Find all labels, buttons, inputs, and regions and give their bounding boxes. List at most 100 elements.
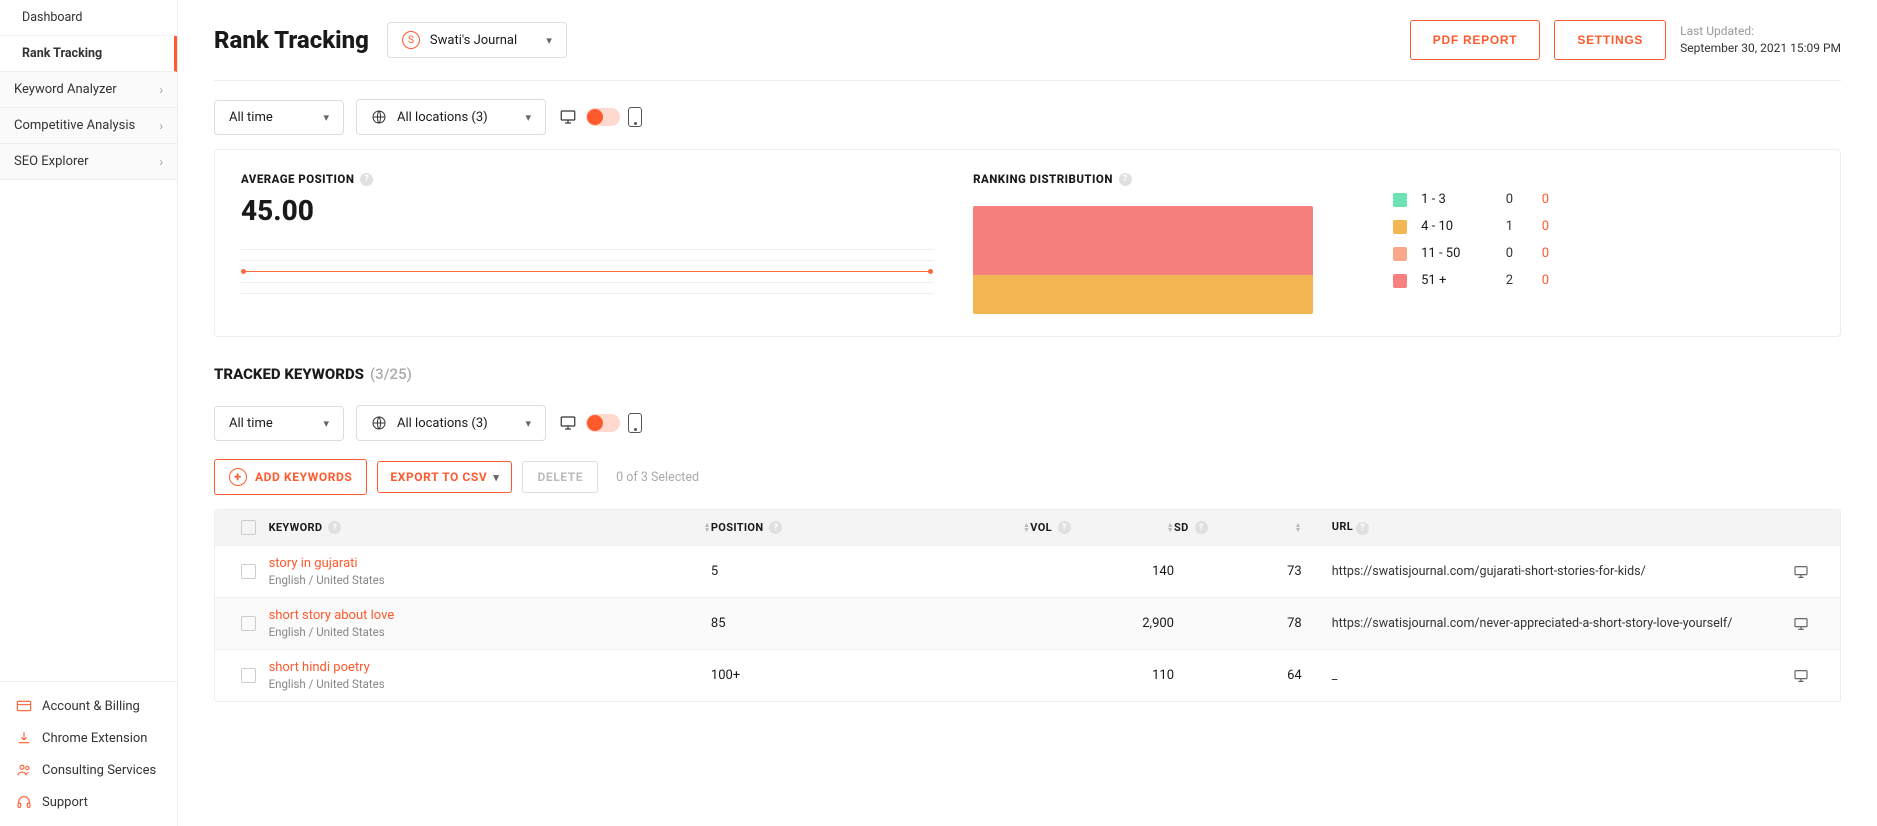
pdf-report-button[interactable]: PDF REPORT	[1410, 20, 1541, 60]
legend-swatch	[1393, 247, 1407, 261]
page-title: Rank Tracking	[214, 26, 369, 54]
col-url-label: URL	[1332, 520, 1353, 533]
col-keyword[interactable]: KEYWORD ? ▲▼	[269, 521, 711, 534]
chevron-down-icon: ▾	[323, 111, 329, 124]
selected-count: 0 of 3 Selected	[616, 470, 699, 485]
col-position[interactable]: POSITION ? ▲▼	[711, 521, 1030, 534]
sidebar-item-label: SEO Explorer	[14, 154, 89, 169]
sidebar-link-account-billing[interactable]: Account & Billing	[0, 690, 177, 722]
locations-select-2[interactable]: All locations (3) ▾	[356, 405, 546, 441]
cell-position: 5	[711, 564, 1030, 579]
last-updated: Last Updated: September 30, 2021 15:09 P…	[1680, 23, 1841, 57]
settings-button[interactable]: SETTINGS	[1554, 20, 1666, 60]
ranking-distribution-chart	[973, 206, 1313, 314]
locations-select[interactable]: All locations (3) ▾	[356, 99, 546, 135]
sidebar-item-rank-tracking[interactable]: Rank Tracking	[0, 36, 177, 72]
row-checkbox[interactable]	[241, 668, 256, 683]
sort-icon[interactable]: ▲▼	[1157, 523, 1174, 533]
account-select[interactable]: S Swati's Journal ▾	[387, 22, 567, 58]
add-keywords-label: ADD KEYWORDS	[255, 470, 352, 484]
col-sd[interactable]: SD ? ▲▼	[1174, 521, 1302, 534]
time-range-select[interactable]: All time ▾	[214, 100, 344, 135]
legend-row: 51 + 2 0	[1393, 273, 1814, 288]
table-header-row: KEYWORD ? ▲▼ POSITION ? ▲▼ VOL ? ▲▼ SD ?	[215, 510, 1840, 545]
download-icon	[16, 730, 32, 746]
cell-url: https://swatisjournal.com/gujarati-short…	[1302, 564, 1776, 579]
legend-count-1: 0	[1491, 246, 1513, 261]
avatar: S	[402, 31, 420, 49]
sort-icon[interactable]: ▲▼	[1284, 523, 1301, 533]
help-icon[interactable]: ?	[1119, 173, 1132, 186]
legend-row: 4 - 10 1 0	[1393, 219, 1814, 234]
header-bar: Rank Tracking S Swati's Journal ▾ PDF RE…	[214, 20, 1841, 81]
cell-url: _	[1302, 668, 1776, 683]
legend-count-1: 2	[1491, 273, 1513, 288]
keyword-link[interactable]: story in gujarati	[269, 556, 711, 571]
legend-count-1: 1	[1491, 219, 1513, 234]
sidebar-item-keyword-analyzer[interactable]: Keyword Analyzer ›	[0, 72, 177, 108]
sidebar-item-competitive-analysis[interactable]: Competitive Analysis ›	[0, 108, 177, 144]
keyword-link[interactable]: short hindi poetry	[269, 660, 711, 675]
help-icon[interactable]: ?	[360, 173, 373, 186]
cell-position: 85	[711, 616, 1030, 631]
ranking-distribution-label: RANKING DISTRIBUTION	[973, 172, 1113, 186]
sort-icon[interactable]: ▲▼	[694, 523, 711, 533]
legend-row: 1 - 3 0 0	[1393, 192, 1814, 207]
cell-sd: 78	[1174, 616, 1302, 631]
help-icon[interactable]: ?	[1356, 522, 1369, 535]
avg-position-heading: AVERAGE POSITION ?	[241, 172, 933, 186]
time-range-label: All time	[229, 110, 313, 125]
time-range-label: All time	[229, 416, 313, 431]
ranking-distribution-legend: 1 - 3 0 0 4 - 10 1 0	[1393, 192, 1814, 288]
sidebar: Dashboard Rank Tracking Keyword Analyzer…	[0, 0, 178, 826]
cell-url: https://swatisjournal.com/never-apprecia…	[1302, 616, 1776, 631]
sidebar-item-seo-explorer[interactable]: SEO Explorer ›	[0, 144, 177, 180]
export-csv-button[interactable]: EXPORT TO CSV ▾	[377, 461, 512, 493]
legend-range: 4 - 10	[1421, 219, 1477, 234]
keywords-table: KEYWORD ? ▲▼ POSITION ? ▲▼ VOL ? ▲▼ SD ?	[214, 509, 1841, 702]
chevron-down-icon: ▾	[323, 417, 329, 430]
avg-position-label: AVERAGE POSITION	[241, 172, 354, 186]
legend-swatch	[1393, 274, 1407, 288]
add-keywords-button[interactable]: + ADD KEYWORDS	[214, 459, 367, 495]
sidebar-link-chrome-extension[interactable]: Chrome Extension	[0, 722, 177, 754]
col-sd-label: SD	[1174, 521, 1189, 534]
help-icon[interactable]: ?	[1058, 521, 1071, 534]
sidebar-link-consulting-services[interactable]: Consulting Services	[0, 754, 177, 786]
chevron-down-icon: ▾	[525, 111, 531, 124]
table-row: short hindi poetry English / United Stat…	[215, 649, 1840, 701]
globe-icon	[371, 109, 387, 125]
sidebar-item-dashboard[interactable]: Dashboard	[0, 0, 177, 36]
help-icon[interactable]: ?	[1195, 521, 1208, 534]
sidebar-link-label: Account & Billing	[42, 699, 140, 714]
stats-card: AVERAGE POSITION ? 45.00 RANKING DISTRIB…	[214, 149, 1841, 337]
device-toggle-2[interactable]	[586, 414, 620, 432]
last-updated-label: Last Updated:	[1680, 23, 1841, 40]
device-toggle[interactable]	[586, 108, 620, 126]
account-name: Swati's Journal	[430, 33, 536, 48]
legend-range: 51 +	[1421, 273, 1477, 288]
time-range-select-2[interactable]: All time ▾	[214, 406, 344, 441]
select-all-checkbox[interactable]	[241, 520, 256, 535]
legend-count-2: 0	[1527, 246, 1549, 261]
action-row: + ADD KEYWORDS EXPORT TO CSV ▾ DELETE 0 …	[214, 459, 1841, 495]
chevron-right-icon: ›	[159, 155, 163, 169]
device-toggle-group-2	[558, 413, 642, 433]
col-vol[interactable]: VOL ? ▲▼	[1030, 521, 1174, 534]
tracked-keywords-heading: TRACKED KEYWORDS (3/25)	[214, 365, 1841, 383]
ranking-distribution-heading: RANKING DISTRIBUTION ?	[973, 172, 1814, 186]
help-icon[interactable]: ?	[328, 521, 341, 534]
keyword-link[interactable]: short story about love	[269, 608, 711, 623]
sort-icon[interactable]: ▲▼	[1013, 523, 1030, 533]
legend-range: 11 - 50	[1421, 246, 1477, 261]
sidebar-link-label: Consulting Services	[42, 763, 156, 778]
col-keyword-label: KEYWORD	[269, 521, 323, 534]
help-icon[interactable]: ?	[769, 521, 782, 534]
row-checkbox[interactable]	[241, 564, 256, 579]
sidebar-link-label: Chrome Extension	[42, 731, 147, 746]
table-row: story in gujarati English / United State…	[215, 545, 1840, 597]
row-checkbox[interactable]	[241, 616, 256, 631]
sidebar-link-support[interactable]: Support	[0, 786, 177, 818]
avg-position-chart	[241, 249, 933, 294]
cell-position: 100+	[711, 668, 1030, 683]
